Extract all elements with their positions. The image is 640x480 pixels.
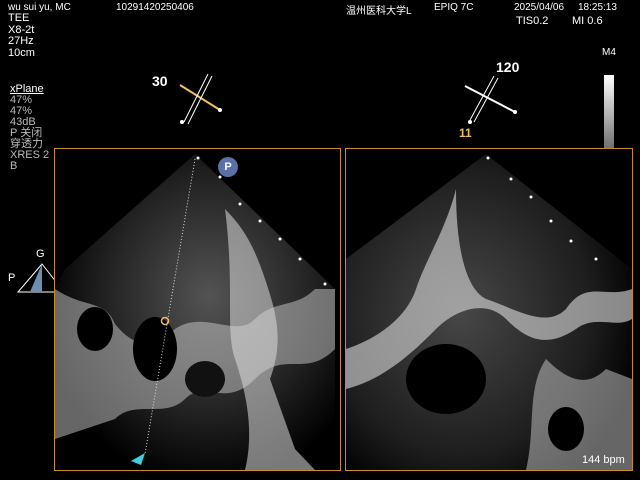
mi-index: MI 0.6 xyxy=(572,15,603,27)
system-name: EPIQ 7C xyxy=(434,2,474,13)
right-sub-angle: 11 xyxy=(459,126,472,140)
tis-index: TIS0.2 xyxy=(516,15,549,27)
orientation-p: P xyxy=(8,272,16,284)
patient-id: 10291420250406 xyxy=(116,2,194,13)
probe-marker-icon: P xyxy=(218,157,238,177)
hospital-name: 温州医科大学L xyxy=(346,6,412,17)
header-bar: wu sui yu, MC 10291420250406 温州医科大学L EPI… xyxy=(0,0,640,17)
left-plane-angle: 30 xyxy=(152,73,168,89)
map-label: M4 xyxy=(602,47,616,58)
right-image-panel[interactable] xyxy=(345,148,633,471)
xplane-parameters: xPlane 47% 47% 43dB P 关闭 穿透力 XRES 2 B xyxy=(10,84,49,172)
orientation-g: G xyxy=(36,248,45,260)
left-plane-angle-icon xyxy=(179,73,222,125)
exam-date: 2025/04/06 xyxy=(514,2,565,13)
left-ultrasound-image xyxy=(55,154,335,470)
probe-parameters: TEE X8-2t 27Hz 10cm xyxy=(8,13,35,59)
frame-rate-label: 27Hz xyxy=(8,35,34,47)
exam-time: 18:25:13 xyxy=(578,2,617,13)
mode-label: TEE xyxy=(8,12,30,24)
b-mode-label: B xyxy=(10,160,18,172)
left-image-panel[interactable] xyxy=(54,148,341,471)
right-ultrasound-image xyxy=(346,154,632,470)
right-plane-angle-icon xyxy=(464,75,517,124)
heart-rate: 144 bpm xyxy=(582,454,625,466)
depth-label: 10cm xyxy=(8,46,35,59)
